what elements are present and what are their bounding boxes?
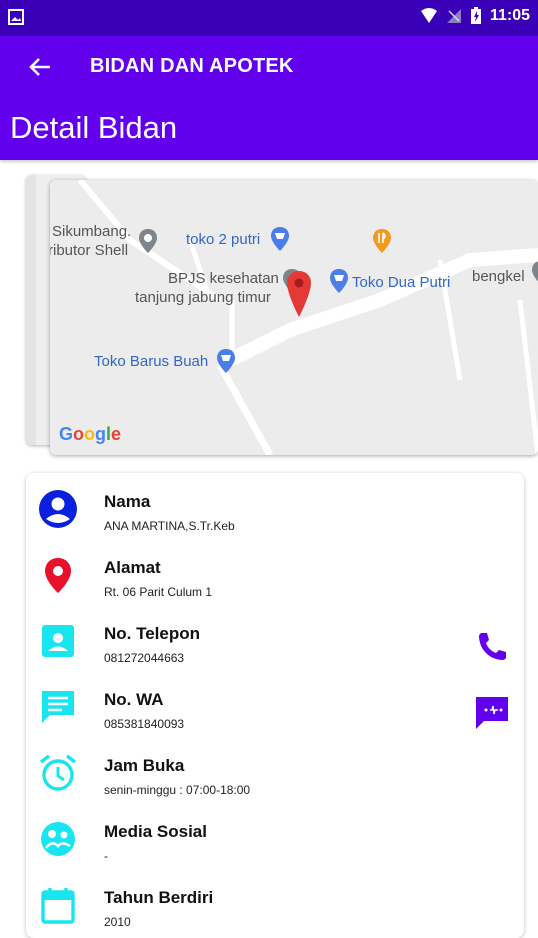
map-label-toko-dua-putri: Toko Dua Putri <box>352 274 451 291</box>
detail-value: 085381840093 <box>104 717 185 731</box>
sms-send-icon[interactable] <box>474 695 510 731</box>
page-title: Detail Bidan <box>10 110 178 145</box>
app-bar: BIDAN DAN APOTEK <box>0 36 538 98</box>
location-marker-icon[interactable] <box>286 270 312 318</box>
detail-row-tahun-berdiri: Tahun Berdiri 2010 <box>26 875 524 935</box>
place-pin-icon <box>139 229 157 253</box>
page-header: Detail Bidan <box>0 98 538 160</box>
google-logo: Google <box>59 424 122 444</box>
detail-value: - <box>104 849 108 863</box>
detail-label: Alamat <box>104 558 161 577</box>
social-icon <box>41 822 75 856</box>
location-pin-icon <box>45 558 71 593</box>
app-bar-title: BIDAN DAN APOTEK <box>90 55 294 77</box>
shop-pin-icon <box>330 269 348 293</box>
detail-label: Media Sosial <box>104 822 207 841</box>
shop-pin-icon <box>271 227 289 251</box>
detail-row-nama: Nama ANA MARTINA,S.Tr.Keb <box>26 479 524 539</box>
account-circle-icon <box>39 490 77 528</box>
detail-row-wa: No. WA 085381840093 <box>26 677 524 737</box>
alarm-icon <box>39 754 77 791</box>
calendar-icon <box>41 888 75 924</box>
map-view[interactable]: Sikumbang. ributor Shell toko 2 putri BP… <box>50 180 538 455</box>
message-icon <box>42 691 74 723</box>
detail-row-jam-buka: Jam Buka senin-minggu : 07:00-18:00 <box>26 743 524 803</box>
status-bar: 11:05 <box>0 0 538 36</box>
signal-icon <box>446 9 461 23</box>
detail-value: 081272044663 <box>104 651 185 665</box>
place-pin-icon <box>532 261 538 282</box>
contact-card-icon <box>42 625 74 657</box>
image-notification-icon <box>8 9 24 25</box>
back-arrow-icon[interactable] <box>26 53 54 81</box>
detail-value: ANA MARTINA,S.Tr.Keb <box>104 519 235 533</box>
map-label-sikumbang: Sikumbang. <box>52 223 132 240</box>
map-label-shell: ributor Shell <box>50 242 129 259</box>
detail-label: Jam Buka <box>104 756 185 775</box>
detail-label: Tahun Berdiri <box>104 888 214 907</box>
phone-call-icon[interactable] <box>474 629 510 665</box>
map-label-toko2putri: toko 2 putri <box>186 231 261 248</box>
detail-row-alamat: Alamat Rt. 06 Parit Culum 1 <box>26 545 524 605</box>
detail-value: 2010 <box>104 915 131 929</box>
detail-row-telepon: No. Telepon 081272044663 <box>26 611 524 671</box>
map-label-bengkel: bengkel <box>472 268 525 285</box>
detail-label: No. WA <box>104 690 164 709</box>
wifi-icon <box>420 8 437 23</box>
shop-pin-icon <box>217 349 235 373</box>
detail-row-media-sosial: Media Sosial - <box>26 809 524 869</box>
detail-label: Nama <box>104 492 151 511</box>
detail-value: Rt. 06 Parit Culum 1 <box>104 585 213 599</box>
detail-card: Nama ANA MARTINA,S.Tr.Keb Alamat Rt. 06 … <box>26 473 524 938</box>
status-time: 11:05 <box>489 7 530 24</box>
map-label-toko-barus: Toko Barus Buah <box>94 353 209 370</box>
map-label-bpjs: BPJS kesehatan <box>168 270 279 287</box>
map-label-bpjs-2: tanjung jabung timur <box>135 289 271 306</box>
restaurant-pin-icon <box>373 229 391 253</box>
detail-label: No. Telepon <box>104 624 201 643</box>
battery-icon <box>470 7 481 24</box>
detail-value: senin-minggu : 07:00-18:00 <box>104 783 251 797</box>
